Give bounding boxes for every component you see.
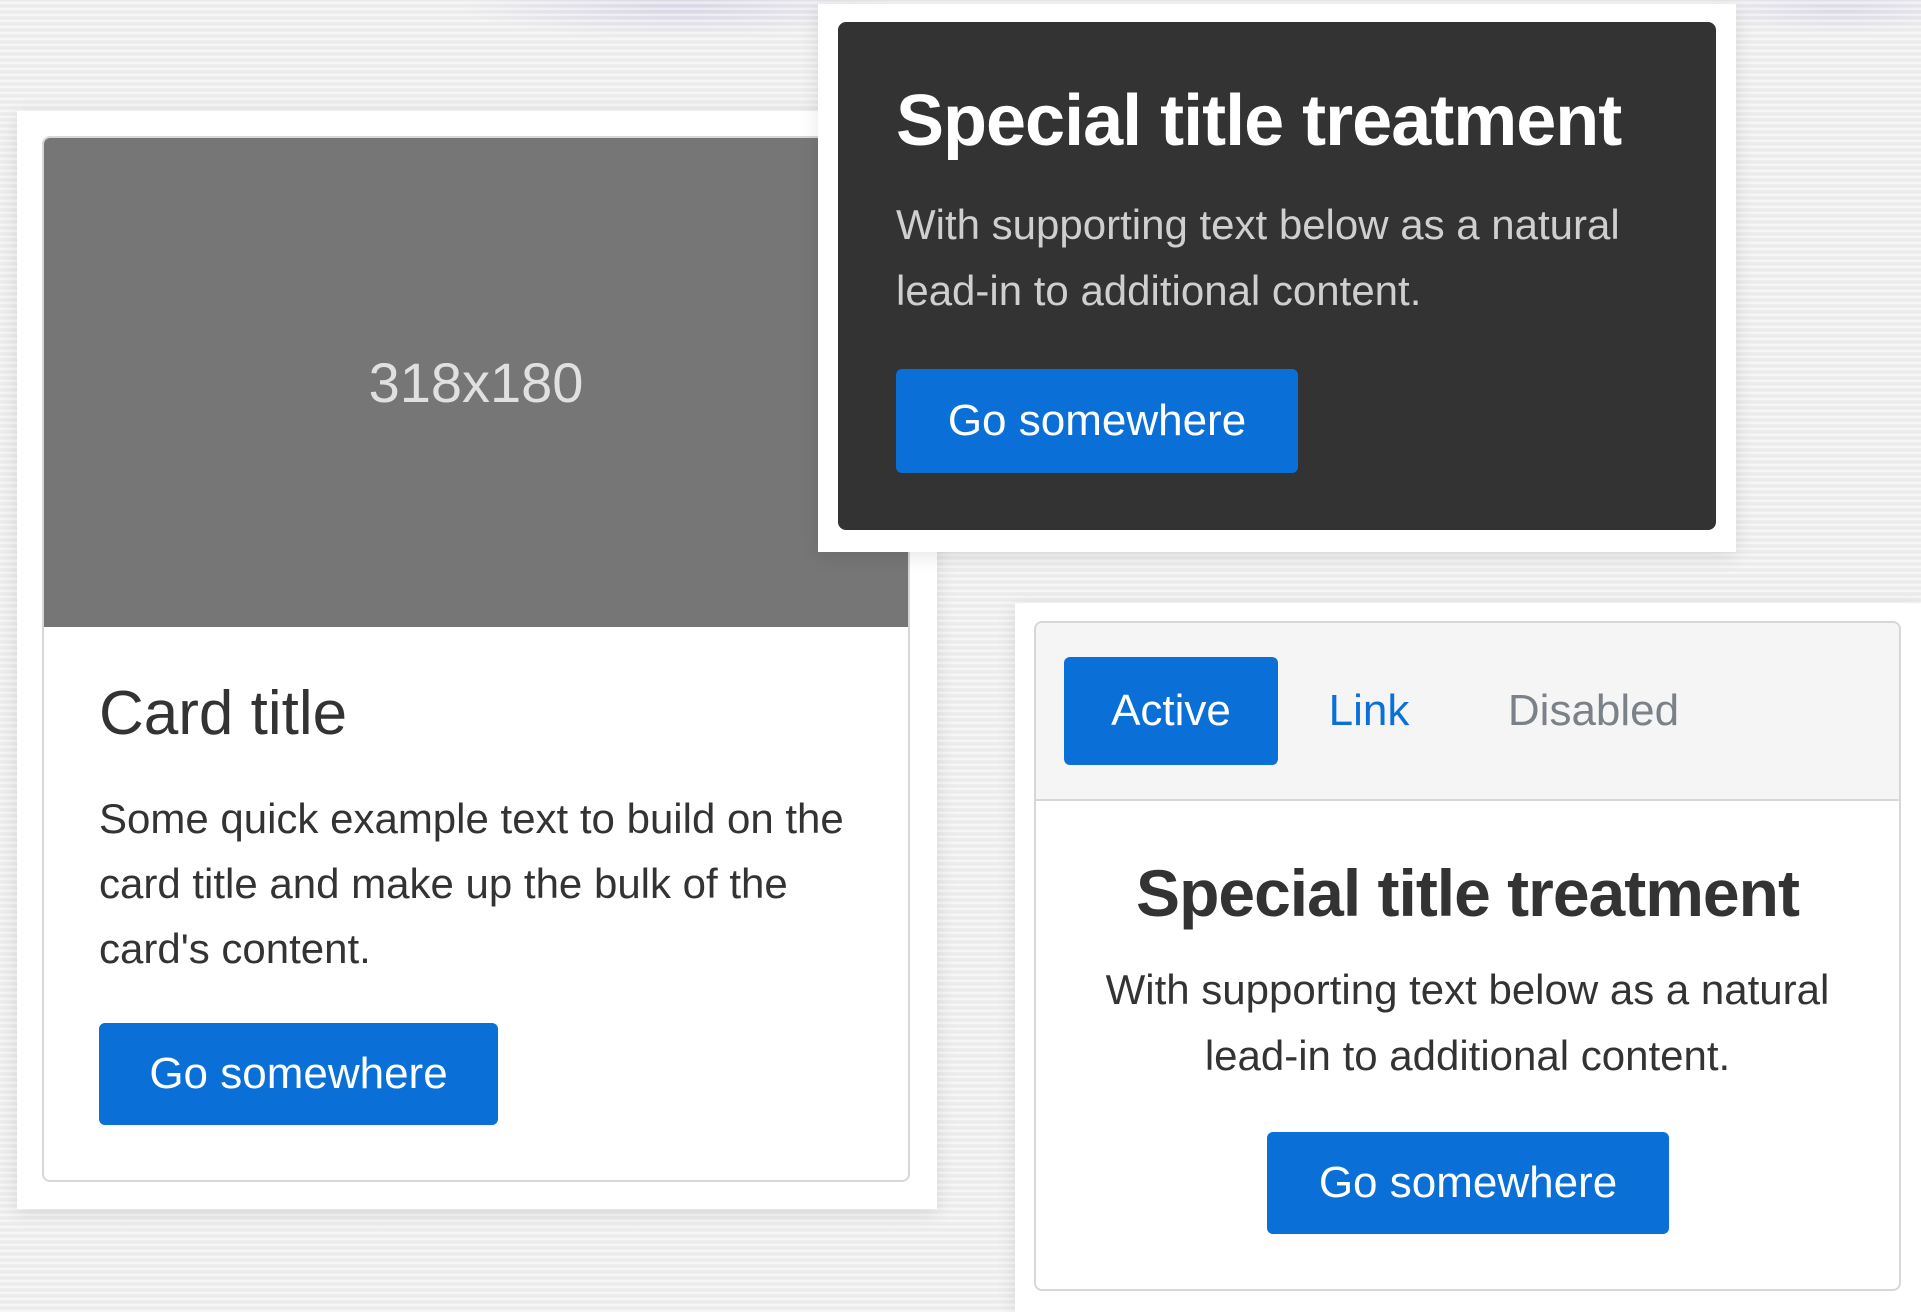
card-title: Special title treatment <box>1136 856 1800 930</box>
card-header-nav: Active Link Disabled <box>1036 623 1899 801</box>
dark-card: Special title treatment With supporting … <box>838 22 1716 530</box>
go-somewhere-button[interactable]: Go somewhere <box>1267 1132 1669 1234</box>
card-image-placeholder: 318x180 <box>44 138 908 627</box>
card-title: Special title treatment <box>896 81 1622 161</box>
card-title: Card title <box>99 679 348 748</box>
tab-active[interactable]: Active <box>1064 657 1278 765</box>
go-somewhere-button[interactable]: Go somewhere <box>896 369 1298 473</box>
tab-link[interactable]: Link <box>1294 657 1444 765</box>
go-somewhere-button[interactable]: Go somewhere <box>99 1023 498 1125</box>
nav-card: Active Link Disabled Special title treat… <box>1034 621 1901 1291</box>
image-card: 318x180 Card title Some quick example te… <box>42 136 910 1182</box>
card-text: Some quick example text to build on the … <box>99 795 844 972</box>
card-text: With supporting text below as a natural … <box>896 201 1620 314</box>
card-text: With supporting text below as a natural … <box>1105 966 1830 1079</box>
tab-disabled: Disabled <box>1507 686 1680 735</box>
